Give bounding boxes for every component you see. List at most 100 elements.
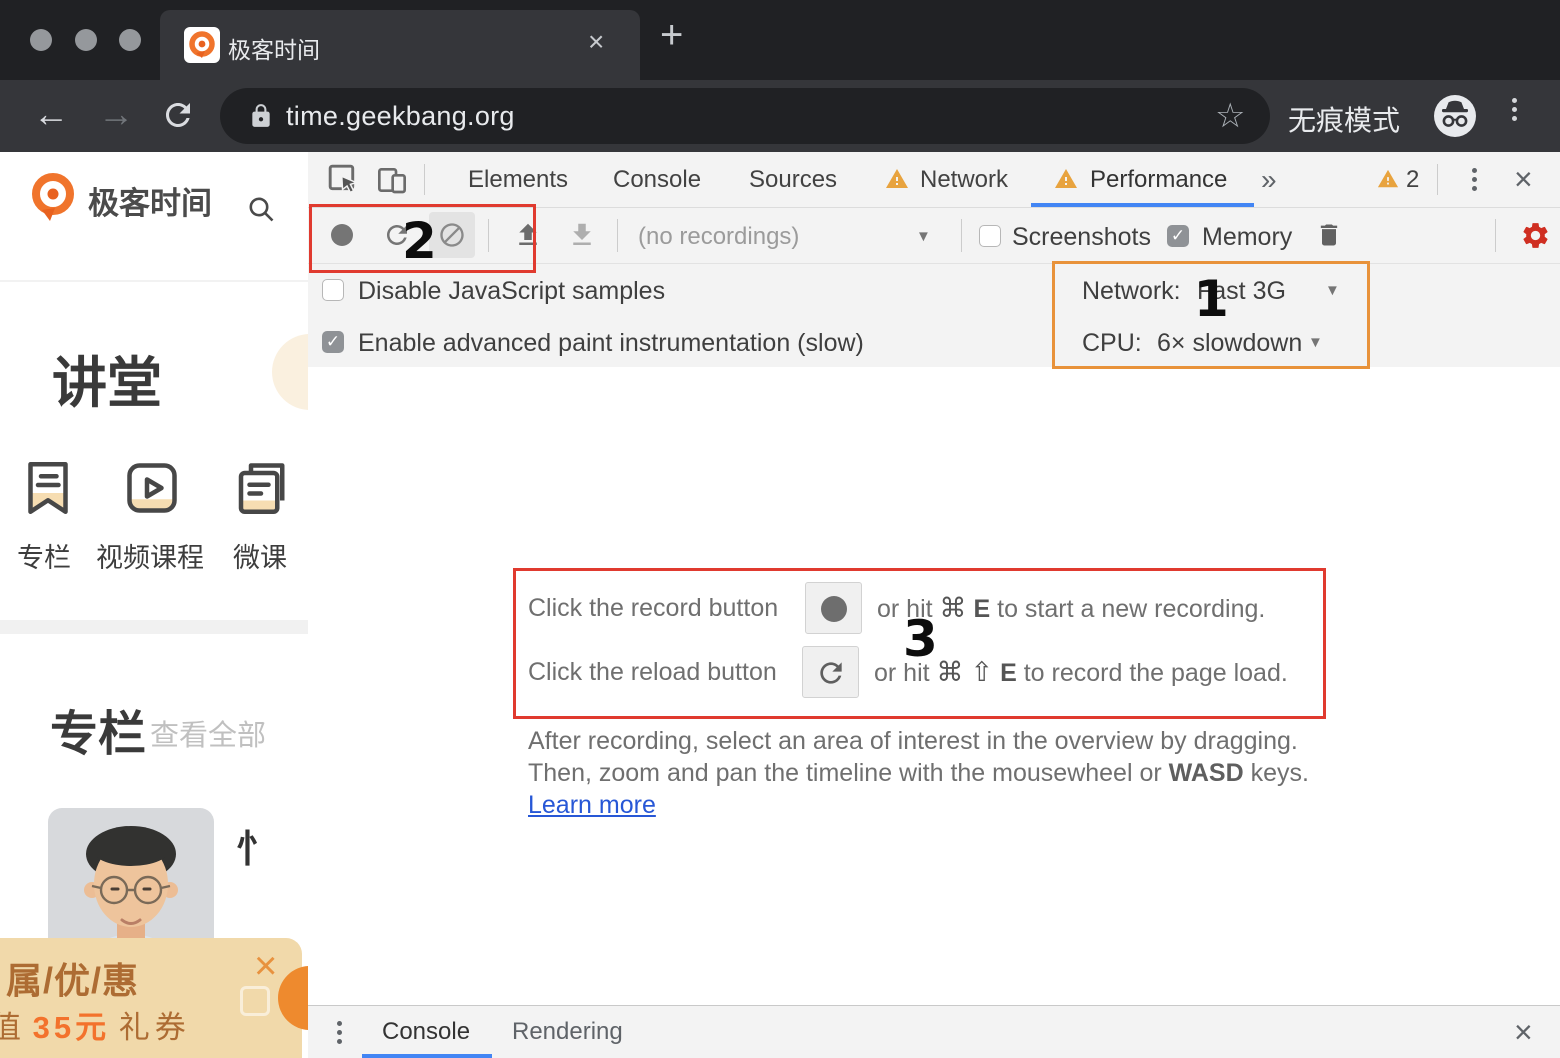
incognito-avatar-icon[interactable]: [1433, 94, 1477, 143]
drawer-close-icon[interactable]: ×: [1514, 1006, 1533, 1058]
video-course-icon[interactable]: [122, 458, 182, 523]
shift-key-icon: ⇧: [971, 657, 994, 687]
capture-settings-gear-icon[interactable]: [1520, 220, 1551, 256]
browser-menu-icon[interactable]: [1510, 94, 1518, 125]
bookmark-star-icon[interactable]: ☆: [1215, 96, 1245, 136]
nav-item-micro-course[interactable]: 微课: [233, 536, 287, 575]
devtools-menu-icon[interactable]: [1470, 164, 1478, 195]
reload-icon[interactable]: [160, 97, 196, 138]
new-tab-icon[interactable]: +: [660, 13, 683, 58]
banner-close-icon[interactable]: ×: [254, 944, 277, 989]
toolbar-divider-2: [617, 219, 618, 252]
cpu-dropdown-arrow[interactable]: ▼: [1308, 334, 1323, 351]
drawer-menu-icon[interactable]: [335, 1017, 343, 1048]
performance-landing: Click the record button or hit ⌘ E to st…: [308, 367, 1560, 1005]
save-profile-icon[interactable]: [567, 220, 597, 255]
window-minimize-button[interactable]: [75, 29, 97, 51]
tab-close-icon[interactable]: ×: [588, 26, 604, 58]
record-button[interactable]: [331, 224, 353, 246]
tab-sources[interactable]: Sources: [749, 152, 837, 207]
learn-more-link[interactable]: Learn more: [528, 791, 656, 820]
memory-label[interactable]: Memory: [1202, 223, 1292, 252]
issues-warning-icon[interactable]: [1376, 168, 1400, 195]
tab-console[interactable]: Console: [613, 152, 701, 207]
promo-banner[interactable]: 属/优/惠 × 值 35元 礼券: [0, 938, 302, 1058]
recordings-dropdown-arrow[interactable]: ▼: [916, 228, 931, 245]
column-bookmark-icon[interactable]: [18, 458, 78, 523]
url-text: time.geekbang.org: [286, 101, 515, 132]
window-close-button[interactable]: [30, 29, 52, 51]
geekbang-page: 极客时间 讲堂: [0, 152, 309, 1058]
disable-js-samples-label[interactable]: Disable JavaScript samples: [358, 277, 665, 306]
selected-tab-underline: [1031, 203, 1254, 207]
floating-coupon-button[interactable]: [278, 966, 309, 1030]
banner-gift-icon: [240, 986, 270, 1016]
disable-js-samples-checkbox[interactable]: [322, 279, 344, 301]
browser-address-bar: ← → time.geekbang.org ☆ 无痕模式: [0, 80, 1560, 152]
url-field[interactable]: time.geekbang.org ☆: [220, 88, 1270, 144]
tab-performance[interactable]: Performance: [1090, 152, 1227, 207]
device-toolbar-icon[interactable]: [376, 164, 408, 201]
enable-paint-checkbox[interactable]: ✓: [322, 331, 344, 353]
page-heading: 讲堂: [52, 338, 162, 418]
view-all-link[interactable]: 查看全部: [150, 712, 266, 754]
devtools-tabbar: Elements Console Sources Network Perform…: [308, 152, 1560, 208]
cpu-throttle-value[interactable]: 6× slowdown: [1157, 329, 1302, 358]
drawer-tab-rendering[interactable]: Rendering: [512, 1006, 623, 1058]
tabbar-divider-2: [1437, 164, 1438, 195]
trash-icon[interactable]: [1315, 221, 1343, 254]
issues-count[interactable]: 2: [1406, 152, 1419, 207]
section-divider: [0, 620, 308, 634]
toolbar-divider-3: [961, 219, 962, 252]
forward-icon[interactable]: →: [98, 93, 134, 135]
after-recording-line2: Then, zoom and pan the timeline with the…: [528, 759, 1309, 788]
nav-item-video-course[interactable]: 视频课程: [96, 536, 204, 575]
network-dropdown-arrow[interactable]: ▼: [1325, 282, 1340, 299]
column-section-title: 专栏: [50, 694, 146, 764]
memory-checkbox[interactable]: ✓: [1167, 225, 1189, 247]
tab-elements[interactable]: Elements: [468, 152, 568, 207]
cmd-key-icon-2: ⌘: [937, 657, 964, 687]
screenshots-label[interactable]: Screenshots: [1012, 223, 1151, 252]
load-profile-icon[interactable]: [513, 220, 543, 255]
cpu-throttle-label: CPU:: [1082, 329, 1142, 358]
drawer-tab-console[interactable]: Console: [382, 1006, 470, 1058]
annotation-digit-1: 1: [1194, 270, 1229, 328]
network-throttle-label: Network:: [1082, 277, 1181, 306]
screenshots-checkbox[interactable]: [979, 225, 1001, 247]
reload-button-illustration: [802, 646, 859, 698]
lock-icon[interactable]: [248, 102, 274, 135]
toolbar-divider-4: [1495, 219, 1496, 252]
banner-value-suffix: 礼券: [119, 1010, 191, 1045]
recordings-select[interactable]: (no recordings): [638, 223, 799, 251]
truncated-course-text: 忄: [236, 818, 274, 873]
banner-value-line: 值 35元 礼券: [0, 1002, 191, 1047]
search-icon[interactable]: [246, 194, 276, 229]
annotation-digit-2: 2: [402, 212, 437, 270]
record-circle-icon: [821, 596, 847, 622]
micro-course-icon[interactable]: [231, 458, 291, 523]
back-icon[interactable]: ←: [33, 93, 69, 135]
reload-glyph-icon: [815, 657, 847, 689]
incognito-mode-label: 无痕模式: [1288, 99, 1400, 139]
tab-favicon: [184, 27, 220, 63]
inspect-element-icon[interactable]: [328, 164, 360, 201]
browser-tabstrip: 极客时间 × +: [0, 0, 1560, 80]
browser-tab[interactable]: 极客时间 ×: [160, 10, 640, 80]
enable-paint-label[interactable]: Enable advanced paint instrumentation (s…: [358, 329, 864, 358]
geekbang-logo-icon[interactable]: [26, 168, 80, 231]
more-tabs-icon[interactable]: »: [1261, 152, 1277, 207]
devtools-panel: Elements Console Sources Network Perform…: [308, 152, 1560, 1058]
header-divider: [0, 280, 308, 282]
banner-headline: 属/优/惠: [6, 952, 139, 1004]
nav-item-column[interactable]: 专栏: [17, 536, 71, 575]
e-key: E: [974, 595, 991, 623]
window-zoom-button[interactable]: [119, 29, 141, 51]
devtools-close-icon[interactable]: ×: [1514, 152, 1533, 207]
tab-network[interactable]: Network: [920, 152, 1008, 207]
banner-amount: 35元: [33, 1010, 110, 1045]
capture-settings-pane: Disable JavaScript samples ✓ Enable adva…: [308, 264, 1560, 368]
record-instruction-prefix: Click the record button: [528, 582, 778, 634]
site-logo-text[interactable]: 极客时间: [88, 178, 212, 223]
devtools-drawer: Console Rendering ×: [308, 1005, 1560, 1058]
